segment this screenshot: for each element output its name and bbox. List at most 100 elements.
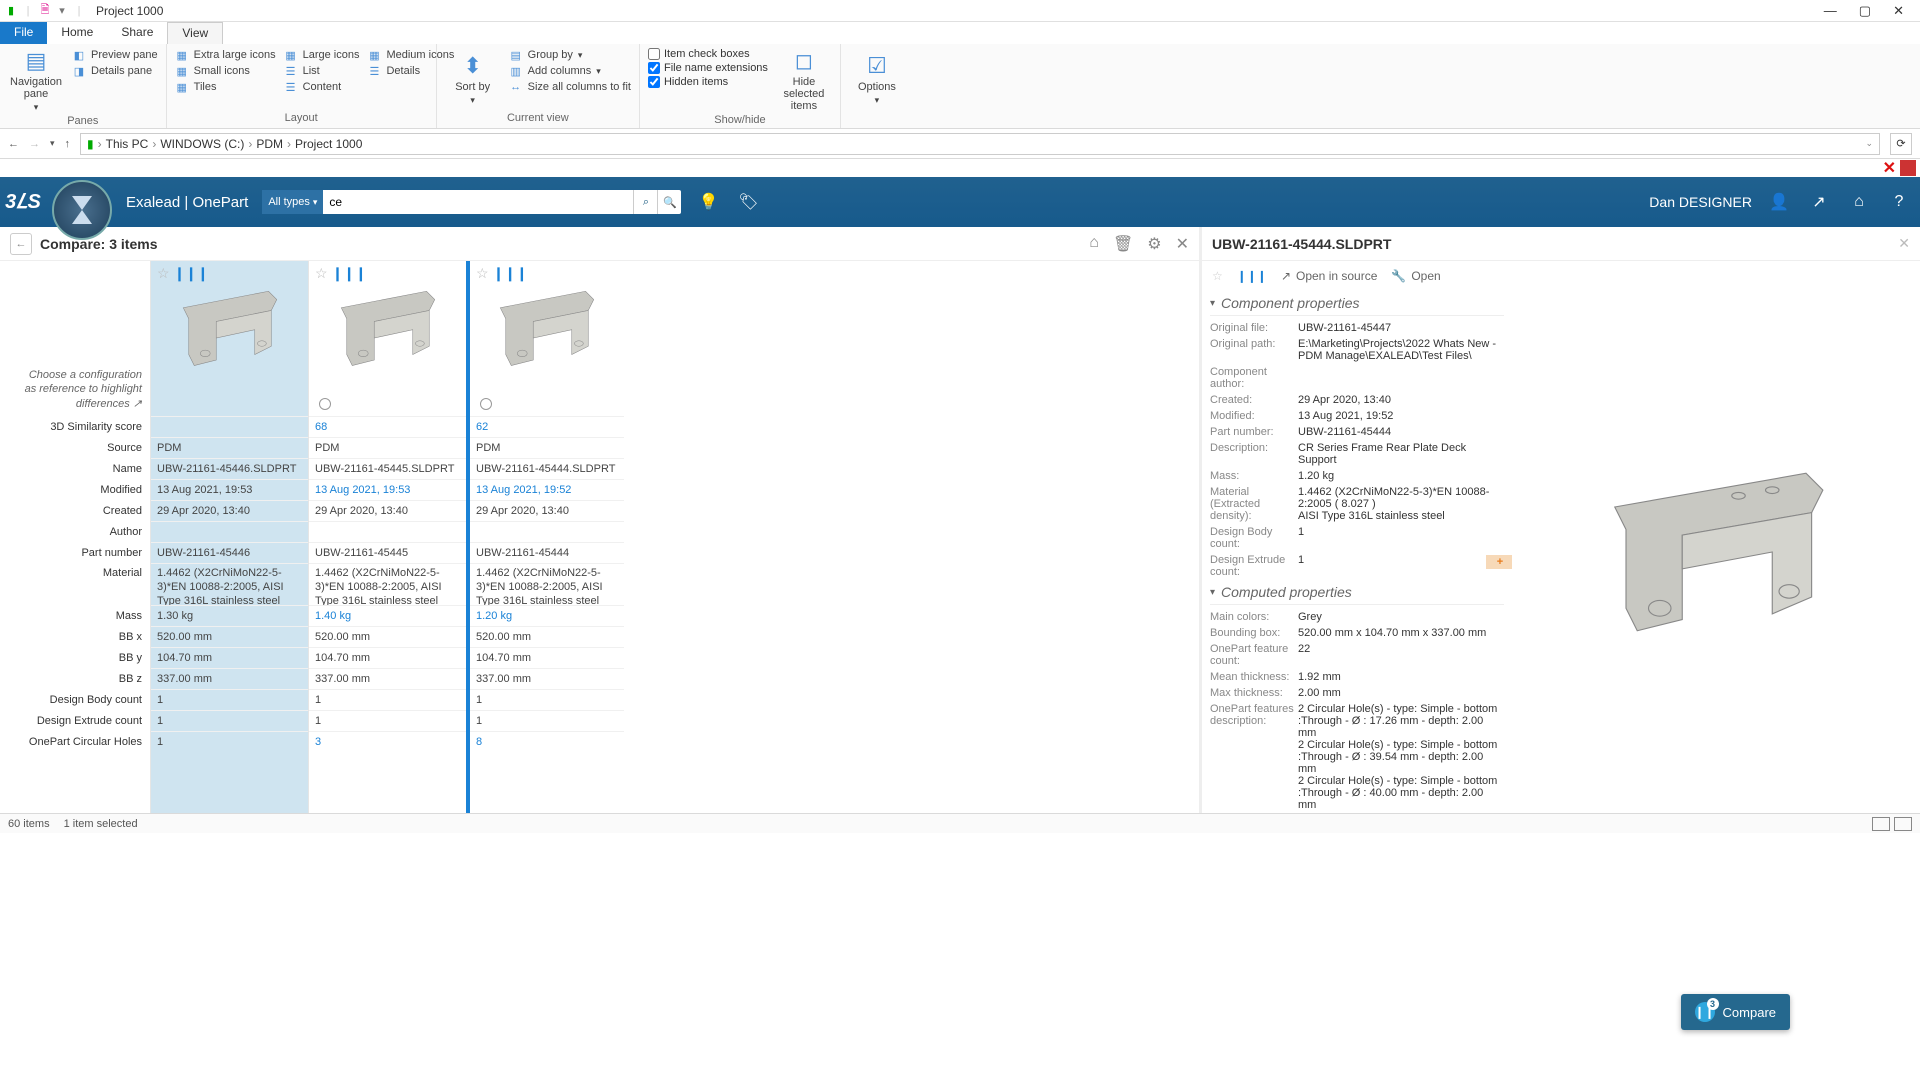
compare-cell: UBW-21161-45446.SLDPRT (151, 458, 308, 479)
property-key: Original path: (1210, 338, 1298, 362)
maximize-button[interactable]: ▢ (1859, 3, 1871, 19)
ds-logo-icon[interactable]: 3𝐿S (8, 187, 38, 217)
sort-by-button[interactable]: ⬍Sort by▾ (445, 48, 501, 110)
qat-doc-icon[interactable]: 🗎 (38, 4, 52, 18)
property-key: Original file: (1210, 322, 1298, 334)
hide-selected-button[interactable]: ◻Hide selected items (776, 48, 832, 112)
panel-home-icon[interactable]: ⌂ (1089, 234, 1099, 254)
user-avatar-icon[interactable]: 👤 (1766, 192, 1792, 212)
part-thumbnail[interactable]: ☆❙❙❙ (470, 261, 624, 392)
reference-radio[interactable] (151, 392, 308, 416)
property-value: 1.20 kg (1298, 470, 1504, 482)
compare-cell: 29 Apr 2020, 13:40 (151, 500, 308, 521)
panel-settings-icon[interactable]: ⚙ (1147, 234, 1161, 254)
row-label: Part number (0, 542, 150, 563)
tag-icon[interactable]: 🏷 (735, 192, 761, 212)
view-thumbs-icon[interactable] (1894, 817, 1912, 831)
tab-share[interactable]: Share (107, 22, 167, 44)
compare-floating-button[interactable]: ❙❙ Compare (1681, 994, 1790, 1030)
layout-list[interactable]: ☰List (284, 64, 360, 78)
favorite-icon[interactable]: ☆ (1212, 269, 1223, 283)
preview-pane-button[interactable]: ◧Preview pane (72, 48, 158, 62)
qat-dropdown-icon[interactable]: ▾ (55, 4, 69, 18)
layout-lg-icons[interactable]: ▦Large icons (284, 48, 360, 62)
star-icon[interactable]: ☆ (315, 265, 328, 282)
layout-content[interactable]: ☰Content (284, 80, 360, 94)
add-columns-button[interactable]: ▥Add columns▾ (509, 64, 631, 78)
section-computed-props[interactable]: ▾Computed properties (1210, 580, 1504, 605)
open-in-source-button[interactable]: ↗Open in source (1281, 269, 1377, 283)
compare-bars-icon[interactable]: ❙❙❙ (1237, 269, 1267, 283)
search-camera-icon[interactable]: ⌕ (633, 190, 657, 214)
compare-cell: UBW-21161-45446 (151, 542, 308, 563)
properties-list: ▾Component properties Original file:UBW-… (1202, 291, 1512, 813)
view-details-icon[interactable] (1872, 817, 1890, 831)
property-key: Mean thickness: (1210, 671, 1298, 683)
bars-icon[interactable]: ❙❙❙ (493, 265, 528, 282)
star-icon[interactable]: ☆ (476, 265, 489, 282)
reference-radio[interactable] (309, 392, 466, 416)
part-thumbnail[interactable]: ☆❙❙❙ (151, 261, 308, 392)
star-icon[interactable]: ☆ (157, 265, 170, 282)
options-button[interactable]: ☑Options▾ (849, 48, 905, 110)
close-button[interactable]: ✕ (1893, 3, 1904, 19)
hidden-items-toggle[interactable]: Hidden items (648, 76, 768, 88)
item-checkboxes-toggle[interactable]: Item check boxes (648, 48, 768, 60)
tab-file[interactable]: File (0, 22, 47, 44)
home-icon[interactable]: ⌂ (1846, 193, 1872, 211)
refresh-button[interactable]: ⟳ (1890, 133, 1912, 155)
sort-icon: ⬍ (463, 53, 481, 79)
property-row: Part number:UBW-21161-45444 (1210, 424, 1504, 440)
layout-tiles[interactable]: ▦Tiles (175, 80, 276, 94)
nav-forward-button[interactable]: → (29, 138, 40, 150)
help-icon[interactable]: ? (1886, 193, 1912, 211)
minimize-button[interactable]: — (1824, 3, 1837, 19)
search-input[interactable] (323, 191, 633, 213)
section-component-props[interactable]: ▾Component properties (1210, 291, 1504, 316)
panel-close-icon[interactable]: ✕ (1176, 234, 1189, 254)
bars-icon[interactable]: ❙❙❙ (332, 265, 367, 282)
part-thumbnail[interactable]: ☆❙❙❙ (309, 261, 466, 392)
file-ext-toggle[interactable]: File name extensions (648, 62, 768, 74)
path-field[interactable]: ▮ › This PC› WINDOWS (C:)› PDM› Project … (80, 133, 1880, 155)
options-icon: ☑ (867, 53, 887, 79)
nav-up-button[interactable]: ↑ (65, 138, 71, 150)
plugin-close-button[interactable]: ✕ (1883, 158, 1896, 178)
user-avatar-mini[interactable] (1900, 160, 1916, 176)
search-type-selector[interactable]: All types▾ (262, 190, 323, 214)
layout-sm-icons[interactable]: ▦Small icons (175, 64, 276, 78)
group-by-button[interactable]: ▤Group by▾ (509, 48, 631, 62)
size-columns-button[interactable]: ↔Size all columns to fit (509, 80, 631, 94)
user-name[interactable]: Dan DESIGNER (1649, 194, 1752, 210)
search-submit-icon[interactable]: 🔍 (657, 190, 681, 214)
row-label: Name (0, 458, 150, 479)
part-3d-viewer[interactable] (1512, 291, 1920, 813)
property-key: Main colors: (1210, 611, 1298, 623)
details-pane-button[interactable]: ◨Details pane (72, 64, 158, 78)
compare-cell: 1 (470, 689, 624, 710)
panel-delete-icon[interactable]: 🗑 (1113, 234, 1133, 254)
property-value: 1 (1298, 554, 1504, 578)
nav-back-button[interactable]: ← (8, 138, 19, 150)
open-button[interactable]: 🔧Open (1391, 269, 1440, 283)
compare-cell: 1 (151, 731, 308, 752)
nav-history-button[interactable]: ▾ (50, 138, 55, 150)
tab-home[interactable]: Home (47, 22, 107, 44)
compare-back-button[interactable]: ← (10, 233, 32, 255)
compass-icon[interactable] (52, 180, 112, 240)
reference-radio[interactable] (470, 392, 624, 416)
bars-icon[interactable]: ❙❙❙ (174, 265, 209, 282)
navigation-pane-button[interactable]: ▤ Navigation pane▾ (8, 48, 64, 113)
share-icon[interactable]: ↗ (1806, 192, 1832, 212)
compare-cell: PDM (470, 437, 624, 458)
compare-column: ☆❙❙❙ 62PDMUBW-21161-45444.SLDPRT13 Aug 2… (466, 261, 624, 813)
compare-cell: 337.00 mm (470, 668, 624, 689)
tab-view[interactable]: View (167, 22, 223, 44)
expand-handle[interactable]: + (1486, 555, 1512, 569)
bulb-icon[interactable]: 💡 (695, 192, 721, 212)
detail-close-icon[interactable]: ✕ (1898, 235, 1910, 252)
compare-column: ☆❙❙❙ PDMUBW-21161-45446.SLDPRT13 Aug 202… (150, 261, 308, 813)
path-dropdown-icon[interactable]: ⌄ (1865, 138, 1873, 149)
property-key: OnePart features description: (1210, 703, 1298, 811)
layout-xl-icons[interactable]: ▦Extra large icons (175, 48, 276, 62)
